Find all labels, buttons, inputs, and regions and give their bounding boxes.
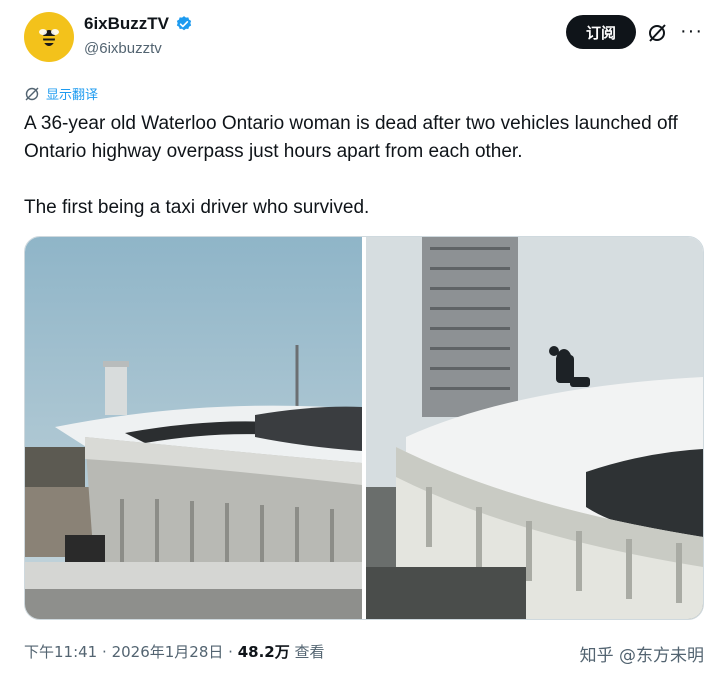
display-name[interactable]: 6ixBuzzTV	[84, 14, 169, 34]
media-gallery	[24, 236, 704, 620]
author-handle[interactable]: @6ixbuzztv	[84, 40, 162, 57]
avatar[interactable]	[24, 12, 74, 62]
more-options-icon[interactable]: ···	[680, 21, 703, 41]
views-count: 48.2万	[237, 643, 290, 661]
slash-circle-icon[interactable]	[646, 22, 668, 44]
subscribe-button[interactable]: 订阅	[566, 15, 636, 49]
tweet-paragraph: A 36-year old Waterloo Ontario woman is …	[24, 113, 678, 162]
author-name-row: 6ixBuzzTV	[84, 14, 193, 34]
tweet-meta: 下午11:41 · 2026年1月28日 · 48.2万 查看	[24, 641, 325, 662]
meta-separator: ·	[228, 643, 233, 661]
watermark: 知乎 @东方未明	[579, 646, 704, 666]
tweet-paragraph: The first being a taxi driver who surviv…	[24, 197, 370, 218]
translate-label: 显示翻译	[46, 88, 99, 103]
post-date[interactable]: 2026年1月28日	[112, 643, 224, 661]
views-label: 查看	[294, 643, 325, 661]
tweet-text: A 36-year old Waterloo Ontario woman is …	[24, 110, 704, 222]
verified-badge-icon	[176, 16, 192, 31]
photo-overpass-right[interactable]	[366, 237, 703, 619]
meta-separator: ·	[102, 643, 107, 661]
post-time[interactable]: 下午11:41	[24, 643, 97, 661]
translate-link[interactable]: 显示翻译	[24, 84, 98, 103]
photo-overpass-left[interactable]	[25, 237, 362, 619]
bee-logo-icon	[39, 29, 59, 46]
globe-icon	[25, 87, 39, 100]
